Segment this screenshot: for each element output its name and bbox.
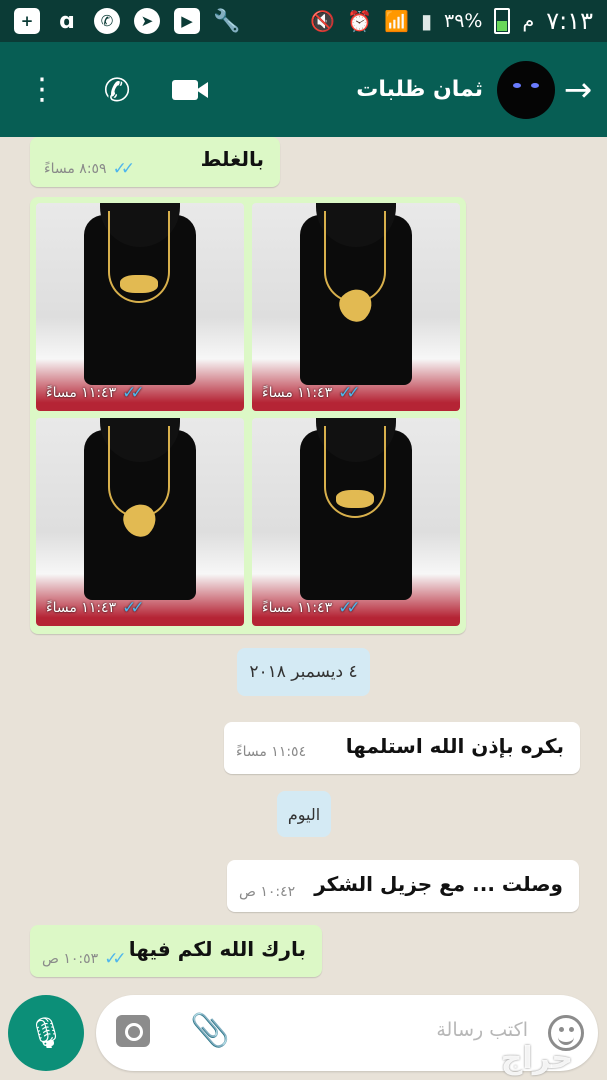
sim-icon: ▮ bbox=[420, 9, 432, 33]
image-tile[interactable]: ✓✓ ١١:٤٣ مساءً bbox=[36, 418, 244, 626]
more-options-icon[interactable]: ⋮ bbox=[22, 72, 62, 107]
battery-percent: ٣٩% bbox=[443, 10, 483, 32]
wifi-icon: 📶 bbox=[384, 9, 409, 33]
watermark-logo: حراج bbox=[500, 1041, 573, 1076]
read-ticks-icon: ✓✓ bbox=[122, 598, 144, 618]
date-separator: ٤ ديسمبر ٢٠١٨ bbox=[237, 648, 370, 696]
battery-icon bbox=[494, 8, 511, 34]
message-meta: ✓✓ ١٠:٥٣ ص bbox=[42, 949, 127, 969]
voice-call-icon[interactable]: ✆ bbox=[92, 71, 142, 109]
message-text: بكره بإذن الله استلمها bbox=[345, 734, 564, 758]
message-text: بارك الله لكم فيها bbox=[128, 937, 306, 961]
message-meta: ✓✓ ٨:٥٩ مساءً bbox=[44, 159, 135, 179]
read-ticks-icon: ✓✓ bbox=[338, 598, 360, 618]
message-time: ١١:٤٣ مساءً bbox=[262, 385, 333, 401]
message-time: ١٠:٥٣ ص bbox=[42, 951, 99, 967]
message-bubble-outgoing[interactable]: بارك الله لكم فيها ✓✓ ١٠:٥٣ ص bbox=[30, 925, 322, 977]
ampm-label: م bbox=[522, 10, 535, 32]
read-ticks-icon: ✓✓ bbox=[112, 159, 135, 179]
composer-bar: 🎙 📎 اكتب رسالة حراج bbox=[0, 995, 607, 1080]
infinity-pendant-image bbox=[336, 490, 374, 508]
message-bubble-incoming[interactable]: وصلت ... مع جزيل الشكر ١٠:٤٢ ص bbox=[227, 860, 579, 912]
image-tile[interactable]: ✓✓ ١١:٤٣ مساءً bbox=[36, 203, 244, 411]
read-ticks-icon: ✓✓ bbox=[122, 383, 144, 403]
ali-icon: ɑ bbox=[59, 8, 75, 34]
read-ticks-icon: ✓✓ bbox=[104, 949, 126, 969]
paperclip-icon[interactable]: 📎 bbox=[190, 1011, 230, 1049]
message-placeholder: اكتب رسالة bbox=[436, 1019, 528, 1041]
message-bubble-incoming[interactable]: بكره بإذن الله استلمها ١١:٥٤ مساءً bbox=[224, 722, 580, 774]
youtube-icon: ▶ bbox=[174, 8, 200, 34]
whatsapp-icon: ✆ bbox=[94, 8, 120, 34]
status-bar: + ɑ ✆ ➤ ▶ 🔧 🔇 ⏰ 📶 ▮ ٣٩% م ٧:١٣ bbox=[0, 0, 607, 42]
message-time: ١٠:٤٢ ص bbox=[239, 884, 296, 900]
contact-name[interactable]: ثمان ظلبات bbox=[356, 77, 483, 102]
mic-button[interactable]: 🎙 bbox=[8, 995, 84, 1071]
avatar[interactable] bbox=[497, 60, 555, 119]
add-icon: + bbox=[14, 8, 40, 34]
message-time: ١١:٤٣ مساءً bbox=[46, 600, 117, 616]
microphone-icon: 🎙 bbox=[26, 1015, 66, 1051]
clock: ٧:١٣ bbox=[546, 7, 593, 35]
chat-header: ⋮ ✆ ثمان ظلبات → bbox=[0, 42, 607, 137]
message-time: ١١:٤٣ مساءً bbox=[46, 385, 117, 401]
image-tile[interactable]: ✓✓ ١١:٤٣ مساءً bbox=[252, 203, 460, 411]
chat-area[interactable]: بالغلط ✓✓ ٨:٥٩ مساءً ✓✓ ١١:٤٣ مساءً ✓✓ ١١:… bbox=[0, 137, 607, 995]
message-bubble-outgoing[interactable]: بالغلط ✓✓ ٨:٥٩ مساءً bbox=[30, 137, 280, 187]
mute-icon: 🔇 bbox=[310, 9, 336, 33]
alarm-icon: ⏰ bbox=[347, 9, 373, 33]
wrench-icon: 🔧 bbox=[213, 8, 241, 34]
read-ticks-icon: ✓✓ bbox=[338, 383, 360, 403]
camera-icon[interactable] bbox=[116, 1015, 150, 1047]
message-time: ١١:٥٤ مساءً bbox=[236, 744, 307, 760]
back-arrow-icon[interactable]: → bbox=[563, 70, 593, 110]
message-time: ٨:٥٩ مساءً bbox=[44, 161, 107, 177]
image-album-bubble[interactable]: ✓✓ ١١:٤٣ مساءً ✓✓ ١١:٤٣ مساءً ✓✓ ١١:٤٣ مساء… bbox=[30, 197, 466, 634]
message-text: وصلت ... مع جزيل الشكر bbox=[314, 872, 563, 896]
image-tile[interactable]: ✓✓ ١١:٤٣ مساءً bbox=[252, 418, 460, 626]
message-time: ١١:٤٣ مساءً bbox=[262, 600, 333, 616]
infinity-pendant-image bbox=[120, 275, 158, 293]
date-separator: اليوم bbox=[277, 791, 331, 837]
video-call-icon[interactable] bbox=[172, 78, 212, 102]
telegram-icon: ➤ bbox=[134, 8, 160, 34]
message-text: بالغلط bbox=[200, 147, 264, 171]
